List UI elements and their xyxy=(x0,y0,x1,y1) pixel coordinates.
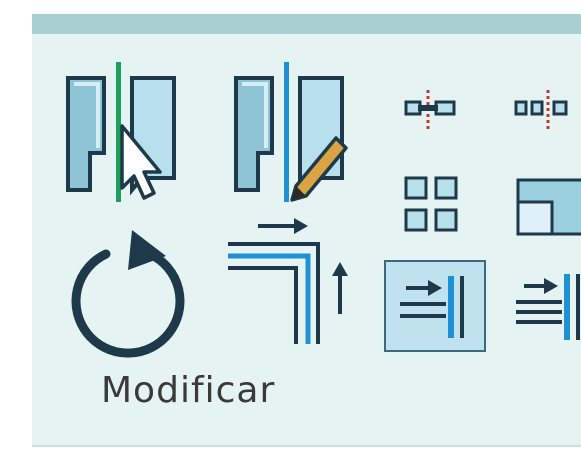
array-grid-icon xyxy=(404,176,458,232)
move-link-icon xyxy=(404,90,456,130)
align-draw-tool-button[interactable] xyxy=(232,58,352,208)
move-link-tool-button[interactable] xyxy=(402,86,462,136)
scale-icon xyxy=(516,178,581,236)
rotate-icon xyxy=(71,230,185,358)
align-tool-button[interactable] xyxy=(64,58,184,208)
array-tool-button[interactable] xyxy=(402,172,462,244)
panel-title: Modificar xyxy=(101,370,276,411)
align-pencil-icon xyxy=(234,62,348,202)
offset-trim-tool-button[interactable] xyxy=(228,214,358,354)
panel-divider xyxy=(32,445,581,447)
trim-extend-multiple-tool-button[interactable] xyxy=(510,262,581,352)
trim-extend-single-icon xyxy=(400,276,464,338)
panel-top-strip xyxy=(32,14,581,34)
rotate-tool-button[interactable] xyxy=(62,224,192,358)
offset-trim-icon xyxy=(228,218,348,344)
scale-tool-button[interactable] xyxy=(510,172,581,244)
modify-ribbon-panel: Modificar xyxy=(32,14,581,447)
split-link-tool-button[interactable] xyxy=(510,86,581,136)
split-link-icon xyxy=(514,90,568,130)
trim-extend-multiple-icon xyxy=(516,274,580,340)
trim-extend-single-tool-button[interactable] xyxy=(384,260,486,352)
align-icon xyxy=(66,62,176,202)
